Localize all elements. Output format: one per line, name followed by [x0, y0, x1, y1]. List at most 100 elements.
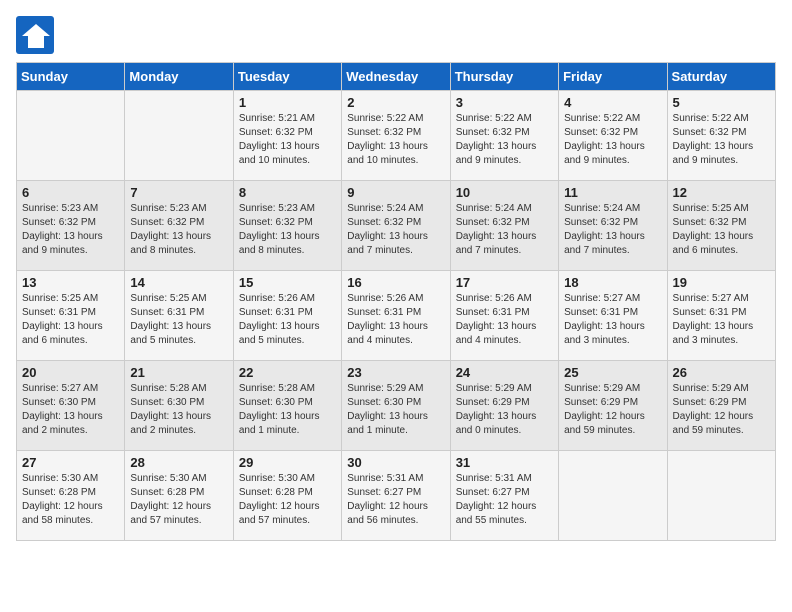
day-number: 28	[130, 455, 227, 470]
calendar-body: 1 Sunrise: 5:21 AM Sunset: 6:32 PM Daylig…	[17, 91, 776, 541]
day-info: Sunrise: 5:23 AM Sunset: 6:32 PM Dayligh…	[130, 202, 227, 258]
day-number: 13	[22, 275, 119, 290]
day-number: 27	[22, 455, 119, 470]
day-number: 16	[347, 275, 444, 290]
day-number: 30	[347, 455, 444, 470]
calendar-cell: 7 Sunrise: 5:23 AM Sunset: 6:32 PM Daylig…	[125, 181, 233, 271]
day-info: Sunrise: 5:28 AM Sunset: 6:30 PM Dayligh…	[239, 382, 336, 438]
day-number: 14	[130, 275, 227, 290]
calendar-cell: 30 Sunrise: 5:31 AM Sunset: 6:27 PM Dayli…	[342, 451, 450, 541]
calendar-cell: 24Sunrise: 5:29 AM Sunset: 6:29 PM Dayli…	[450, 361, 558, 451]
calendar-cell: 28 Sunrise: 5:30 AM Sunset: 6:28 PM Dayli…	[125, 451, 233, 541]
day-number: 1	[239, 95, 336, 110]
calendar-cell	[667, 451, 775, 541]
day-info: Sunrise: 5:29 AM Sunset: 6:29 PM Dayligh…	[564, 382, 661, 438]
day-header-tuesday: Tuesday	[233, 63, 341, 91]
day-number: 23	[347, 365, 444, 380]
day-number: 4	[564, 95, 661, 110]
calendar-cell: 23 Sunrise: 5:29 AM Sunset: 6:30 PM Dayli…	[342, 361, 450, 451]
calendar-cell: 21Sunrise: 5:28 AM Sunset: 6:30 PM Dayli…	[125, 361, 233, 451]
day-info: Sunrise: 5:27 AM Sunset: 6:31 PM Dayligh…	[564, 292, 661, 348]
day-info: Sunrise: 5:24 AM Sunset: 6:32 PM Dayligh…	[564, 202, 661, 258]
calendar-cell: 12 Sunrise: 5:25 AM Sunset: 6:32 PM Dayli…	[667, 181, 775, 271]
day-number: 15	[239, 275, 336, 290]
day-info: Sunrise: 5:25 AM Sunset: 6:32 PM Dayligh…	[673, 202, 770, 258]
calendar-cell	[559, 451, 667, 541]
week-row-2: 6 Sunrise: 5:23 AM Sunset: 6:32 PM Daylig…	[17, 181, 776, 271]
day-info: Sunrise: 5:31 AM Sunset: 6:27 PM Dayligh…	[347, 472, 444, 528]
day-info: Sunrise: 5:24 AM Sunset: 6:32 PM Dayligh…	[347, 202, 444, 258]
calendar-cell: 18Sunrise: 5:27 AM Sunset: 6:31 PM Dayli…	[559, 271, 667, 361]
calendar-cell: 20 Sunrise: 5:27 AM Sunset: 6:30 PM Dayli…	[17, 361, 125, 451]
day-info: Sunrise: 5:26 AM Sunset: 6:31 PM Dayligh…	[456, 292, 553, 348]
calendar-cell: 29 Sunrise: 5:30 AM Sunset: 6:28 PM Dayli…	[233, 451, 341, 541]
day-info: Sunrise: 5:22 AM Sunset: 6:32 PM Dayligh…	[456, 112, 553, 168]
calendar-cell	[17, 91, 125, 181]
day-info: Sunrise: 5:23 AM Sunset: 6:32 PM Dayligh…	[239, 202, 336, 258]
day-info: Sunrise: 5:22 AM Sunset: 6:32 PM Dayligh…	[564, 112, 661, 168]
calendar-cell: 6 Sunrise: 5:23 AM Sunset: 6:32 PM Daylig…	[17, 181, 125, 271]
day-header-wednesday: Wednesday	[342, 63, 450, 91]
day-number: 19	[673, 275, 770, 290]
day-header-friday: Friday	[559, 63, 667, 91]
day-number: 29	[239, 455, 336, 470]
day-info: Sunrise: 5:28 AM Sunset: 6:30 PM Dayligh…	[130, 382, 227, 438]
calendar-cell: 13Sunrise: 5:25 AM Sunset: 6:31 PM Dayli…	[17, 271, 125, 361]
calendar-cell: 3 Sunrise: 5:22 AM Sunset: 6:32 PM Daylig…	[450, 91, 558, 181]
calendar-cell: 22 Sunrise: 5:28 AM Sunset: 6:30 PM Dayli…	[233, 361, 341, 451]
day-info: Sunrise: 5:21 AM Sunset: 6:32 PM Dayligh…	[239, 112, 336, 168]
calendar-cell: 8Sunrise: 5:23 AM Sunset: 6:32 PM Daylig…	[233, 181, 341, 271]
week-row-1: 1 Sunrise: 5:21 AM Sunset: 6:32 PM Daylig…	[17, 91, 776, 181]
day-info: Sunrise: 5:29 AM Sunset: 6:30 PM Dayligh…	[347, 382, 444, 438]
day-info: Sunrise: 5:23 AM Sunset: 6:32 PM Dayligh…	[22, 202, 119, 258]
calendar-cell: 1 Sunrise: 5:21 AM Sunset: 6:32 PM Daylig…	[233, 91, 341, 181]
day-number: 3	[456, 95, 553, 110]
calendar-cell: 4 Sunrise: 5:22 AM Sunset: 6:32 PM Daylig…	[559, 91, 667, 181]
calendar-cell: 25 Sunrise: 5:29 AM Sunset: 6:29 PM Dayli…	[559, 361, 667, 451]
calendar-cell: 27 Sunrise: 5:30 AM Sunset: 6:28 PM Dayli…	[17, 451, 125, 541]
day-info: Sunrise: 5:27 AM Sunset: 6:31 PM Dayligh…	[673, 292, 770, 348]
calendar-cell: 10Sunrise: 5:24 AM Sunset: 6:32 PM Dayli…	[450, 181, 558, 271]
calendar-cell	[125, 91, 233, 181]
day-number: 6	[22, 185, 119, 200]
day-number: 5	[673, 95, 770, 110]
calendar-header: SundayMondayTuesdayWednesdayThursdayFrid…	[17, 63, 776, 91]
calendar-cell: 14Sunrise: 5:25 AM Sunset: 6:31 PM Dayli…	[125, 271, 233, 361]
day-header-thursday: Thursday	[450, 63, 558, 91]
day-number: 12	[673, 185, 770, 200]
week-row-3: 13Sunrise: 5:25 AM Sunset: 6:31 PM Dayli…	[17, 271, 776, 361]
day-header-saturday: Saturday	[667, 63, 775, 91]
calendar-cell: 15 Sunrise: 5:26 AM Sunset: 6:31 PM Dayli…	[233, 271, 341, 361]
logo	[16, 16, 60, 54]
day-info: Sunrise: 5:31 AM Sunset: 6:27 PM Dayligh…	[456, 472, 553, 528]
logo-icon	[16, 16, 54, 54]
calendar-cell: 19 Sunrise: 5:27 AM Sunset: 6:31 PM Dayli…	[667, 271, 775, 361]
week-row-5: 27 Sunrise: 5:30 AM Sunset: 6:28 PM Dayli…	[17, 451, 776, 541]
day-info: Sunrise: 5:26 AM Sunset: 6:31 PM Dayligh…	[239, 292, 336, 348]
calendar-cell: 5 Sunrise: 5:22 AM Sunset: 6:32 PM Daylig…	[667, 91, 775, 181]
page-header	[16, 16, 776, 54]
day-info: Sunrise: 5:30 AM Sunset: 6:28 PM Dayligh…	[130, 472, 227, 528]
calendar-cell: 9Sunrise: 5:24 AM Sunset: 6:32 PM Daylig…	[342, 181, 450, 271]
day-number: 24	[456, 365, 553, 380]
day-info: Sunrise: 5:22 AM Sunset: 6:32 PM Dayligh…	[673, 112, 770, 168]
day-number: 31	[456, 455, 553, 470]
day-info: Sunrise: 5:30 AM Sunset: 6:28 PM Dayligh…	[239, 472, 336, 528]
calendar-cell: 11 Sunrise: 5:24 AM Sunset: 6:32 PM Dayli…	[559, 181, 667, 271]
calendar-cell: 31 Sunrise: 5:31 AM Sunset: 6:27 PM Dayli…	[450, 451, 558, 541]
day-number: 20	[22, 365, 119, 380]
day-number: 11	[564, 185, 661, 200]
calendar-cell: 2 Sunrise: 5:22 AM Sunset: 6:32 PM Daylig…	[342, 91, 450, 181]
day-number: 22	[239, 365, 336, 380]
day-info: Sunrise: 5:29 AM Sunset: 6:29 PM Dayligh…	[673, 382, 770, 438]
calendar-table: SundayMondayTuesdayWednesdayThursdayFrid…	[16, 62, 776, 541]
day-number: 25	[564, 365, 661, 380]
day-info: Sunrise: 5:27 AM Sunset: 6:30 PM Dayligh…	[22, 382, 119, 438]
day-info: Sunrise: 5:22 AM Sunset: 6:32 PM Dayligh…	[347, 112, 444, 168]
day-number: 2	[347, 95, 444, 110]
calendar-cell: 17Sunrise: 5:26 AM Sunset: 6:31 PM Dayli…	[450, 271, 558, 361]
day-info: Sunrise: 5:30 AM Sunset: 6:28 PM Dayligh…	[22, 472, 119, 528]
day-number: 7	[130, 185, 227, 200]
calendar-cell: 16Sunrise: 5:26 AM Sunset: 6:31 PM Dayli…	[342, 271, 450, 361]
day-number: 26	[673, 365, 770, 380]
